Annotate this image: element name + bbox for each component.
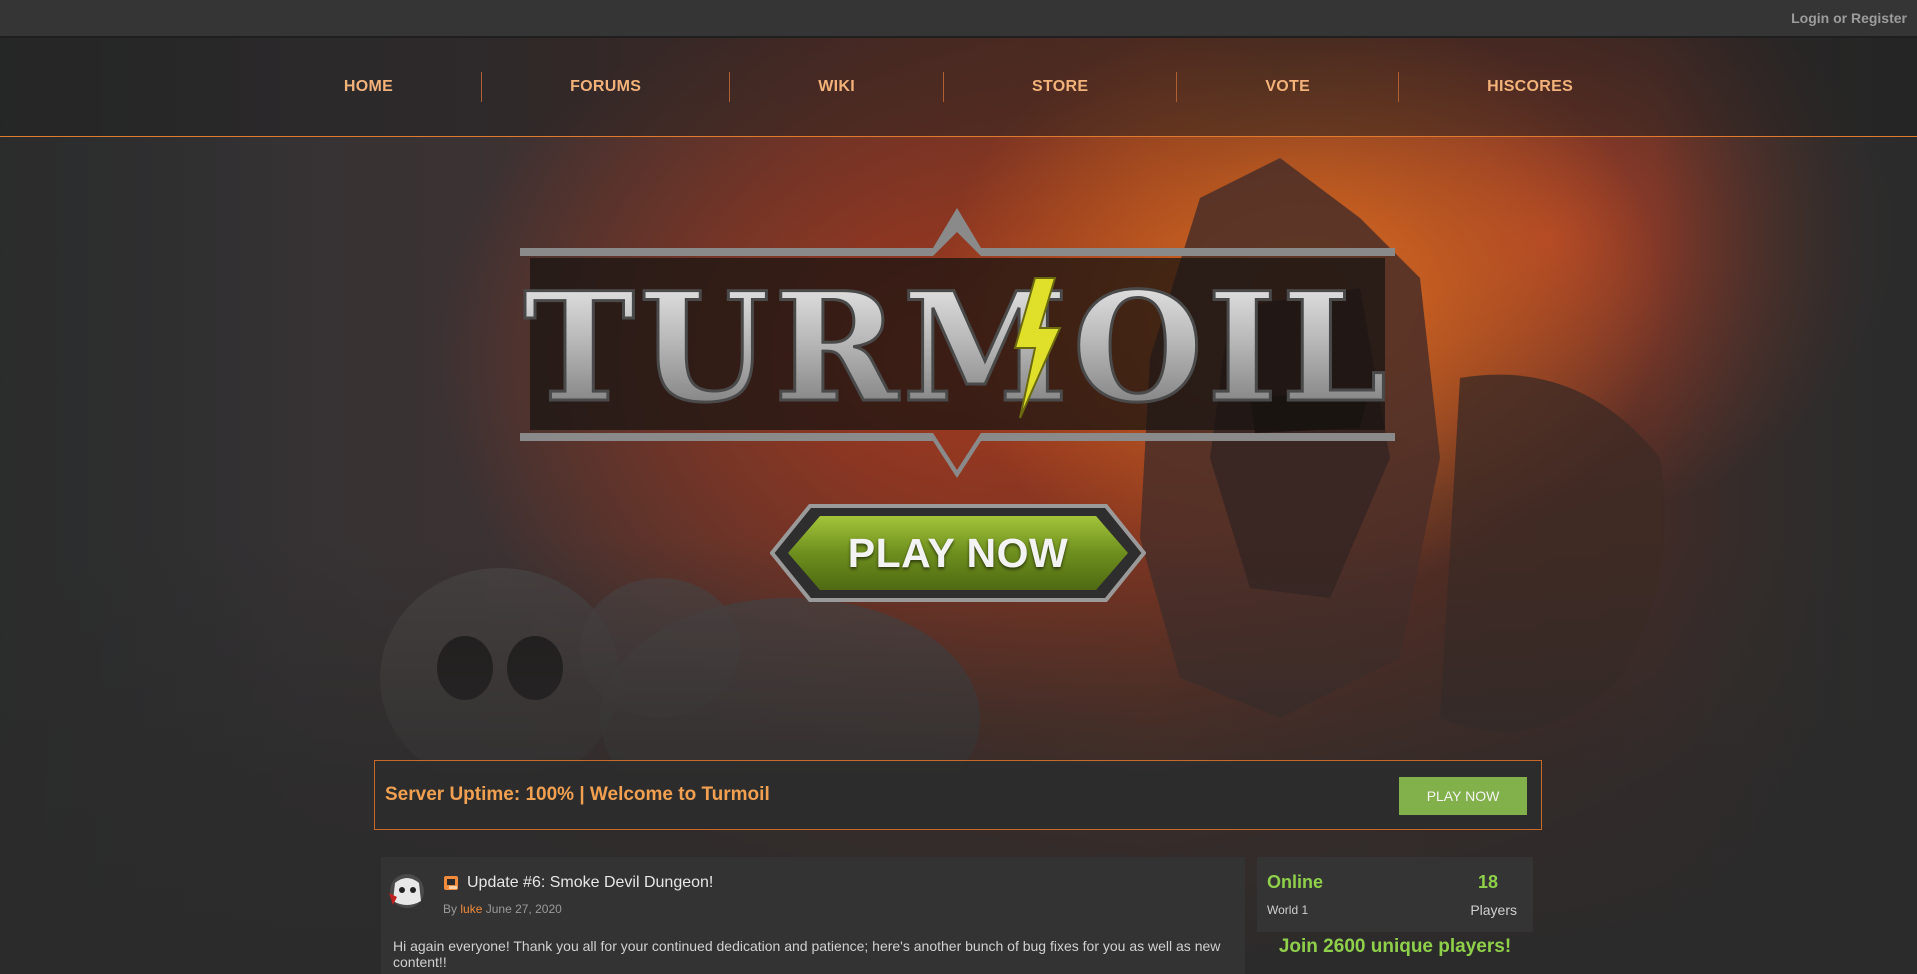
world-label: World 1 [1267,903,1309,917]
online-box: Online World 1 18 Players [1257,857,1533,932]
play-now-hero-label: PLAY NOW [847,529,1069,576]
post-byline: By luke June 27, 2020 [443,902,562,916]
top-bar: Login or Register [0,0,1917,38]
post-date: June 27, 2020 [485,902,562,916]
by-label: By [443,902,458,916]
logo-text: TURMOIL [523,260,1390,436]
server-status-banner: Server Uptime: 100% | Welcome to Turmoil… [374,760,1542,830]
news-scroll-icon [444,876,458,890]
login-register-link[interactable]: Login or Register [1791,10,1907,26]
nav-hiscores[interactable]: HISCORES [1399,78,1661,96]
nav-store[interactable]: STORE [944,78,1176,96]
join-players-text: Join 2600 unique players! [1278,936,1512,957]
author-avatar[interactable] [385,873,431,909]
players-label: Players [1470,902,1517,918]
player-count: 18 [1477,872,1498,892]
post-author-link[interactable]: luke [460,902,482,916]
news-post: Update #6: Smoke Devil Dungeon! By luke … [381,857,1245,974]
play-now-hero-button[interactable]: PLAY NOW [769,502,1147,604]
nav-forums[interactable]: FORUMS [482,78,729,96]
server-uptime-text: Server Uptime: 100% | Welcome to Turmoil [385,784,770,805]
nav-home[interactable]: HOME [256,78,481,96]
nav-vote[interactable]: VOTE [1177,78,1398,96]
online-label: Online [1267,872,1324,892]
turmoil-logo[interactable]: TURMOIL [515,208,1400,478]
play-now-button[interactable]: PLAY NOW [1399,777,1527,815]
server-status-panel: Online World 1 18 Players Join 2600 uniq… [1257,857,1533,974]
post-title-link[interactable]: Update #6: Smoke Devil Dungeon! [467,874,713,892]
main-nav: HOME FORUMS WIKI STORE VOTE HISCORES [0,38,1917,137]
post-body: Hi again everyone! Thank you all for you… [393,938,1221,970]
nav-wiki[interactable]: WIKI [730,78,943,96]
